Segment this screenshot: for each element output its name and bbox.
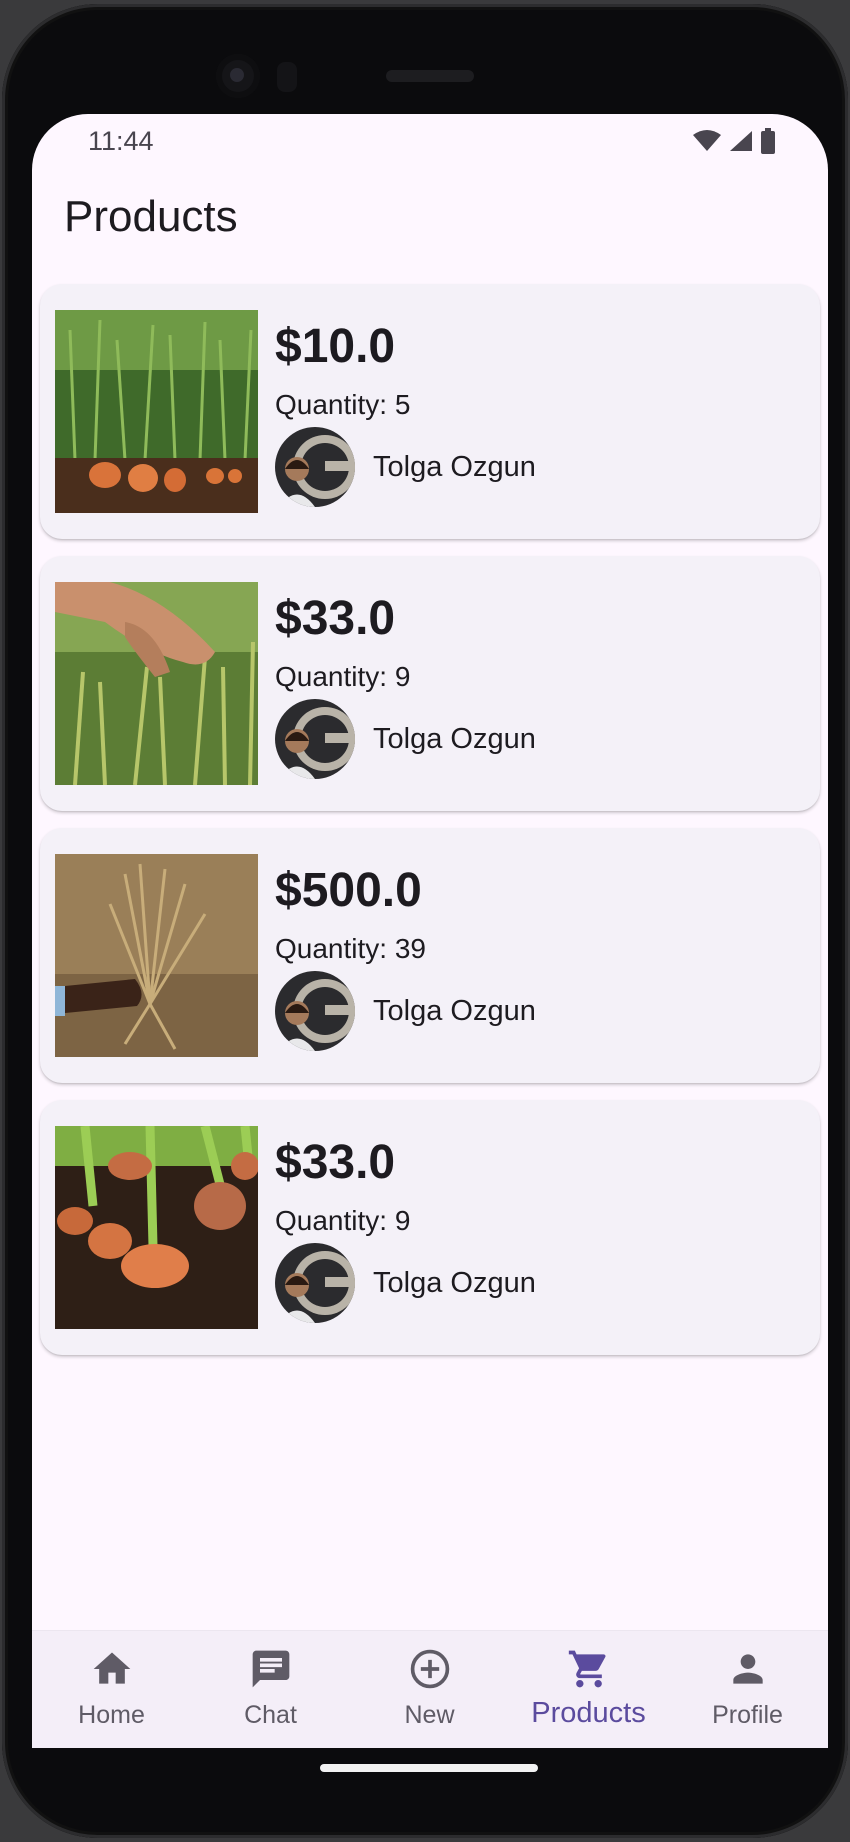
app-screen: 11:44 Products $10.0 Quantity: 5 Tolga O…: [32, 114, 828, 1748]
product-card[interactable]: $33.0 Quantity: 9 Tolga Ozgun: [40, 556, 820, 811]
product-quantity: Quantity: 39: [275, 933, 426, 964]
product-image: [55, 854, 258, 1057]
nav-item-profile[interactable]: Profile: [668, 1631, 827, 1748]
product-price: $33.0: [275, 1136, 396, 1189]
nav-item-products[interactable]: Products: [509, 1631, 668, 1748]
add-circle-icon: [410, 1649, 450, 1689]
proximity-sensor: [277, 62, 297, 92]
product-image: [55, 310, 258, 513]
product-price: $10.0: [275, 320, 396, 373]
product-image: [55, 582, 258, 785]
nav-item-new[interactable]: New: [350, 1631, 509, 1748]
product-price: $33.0: [275, 592, 396, 645]
carrots-closeup-image: [55, 1126, 258, 1329]
status-icons: [692, 126, 776, 156]
home-icon: [93, 1652, 131, 1684]
person-icon: [733, 1654, 763, 1684]
phone-frame: 11:44 Products $10.0 Quantity: 5 Tolga O…: [2, 4, 848, 1838]
seller-name: Tolga Ozgun: [373, 1267, 536, 1299]
nav-label: Products: [531, 1697, 646, 1729]
nav-label: Home: [78, 1701, 145, 1729]
page-title: Products: [64, 192, 238, 241]
product-quantity: Quantity: 5: [275, 389, 411, 420]
earpiece-speaker: [386, 70, 474, 82]
nav-label: Chat: [244, 1701, 297, 1729]
chat-icon: [252, 1650, 290, 1688]
front-camera: [216, 54, 260, 98]
wifi-icon: [693, 130, 721, 151]
product-card[interactable]: $10.0 Quantity: 5 Tolga Ozgun: [40, 284, 820, 539]
nav-label: Profile: [712, 1701, 783, 1729]
status-time: 11:44: [88, 126, 154, 156]
product-price: $500.0: [275, 864, 422, 917]
seller-avatar[interactable]: [275, 1243, 355, 1323]
seller-name: Tolga Ozgun: [373, 723, 536, 755]
seller-avatar[interactable]: [275, 699, 355, 779]
nav-label: New: [404, 1701, 455, 1729]
seller-name: Tolga Ozgun: [373, 995, 536, 1027]
battery-icon: [761, 128, 775, 154]
product-card[interactable]: $500.0 Quantity: 39 Tolga Ozgun: [40, 828, 820, 1083]
bottom-navigation: Home Chat New Products Profile: [32, 1630, 828, 1748]
product-quantity: Quantity: 9: [275, 1205, 411, 1236]
status-bar: 11:44: [32, 114, 828, 170]
seller-name: Tolga Ozgun: [373, 451, 536, 483]
seller-avatar[interactable]: [275, 971, 355, 1051]
home-indicator[interactable]: [320, 1764, 538, 1772]
signal-icon: [730, 131, 752, 151]
nav-item-home[interactable]: Home: [32, 1631, 191, 1748]
carrots-in-soil-image: [55, 310, 258, 513]
seller-avatar[interactable]: [275, 427, 355, 507]
hand-holding-wheat-image: [55, 854, 258, 1057]
product-image: [55, 1126, 258, 1329]
nav-item-chat[interactable]: Chat: [191, 1631, 350, 1748]
hand-touching-wheat-image: [55, 582, 258, 785]
cart-icon: [568, 1650, 606, 1688]
product-quantity: Quantity: 9: [275, 661, 411, 692]
product-card[interactable]: $33.0 Quantity: 9 Tolga Ozgun: [40, 1100, 820, 1355]
